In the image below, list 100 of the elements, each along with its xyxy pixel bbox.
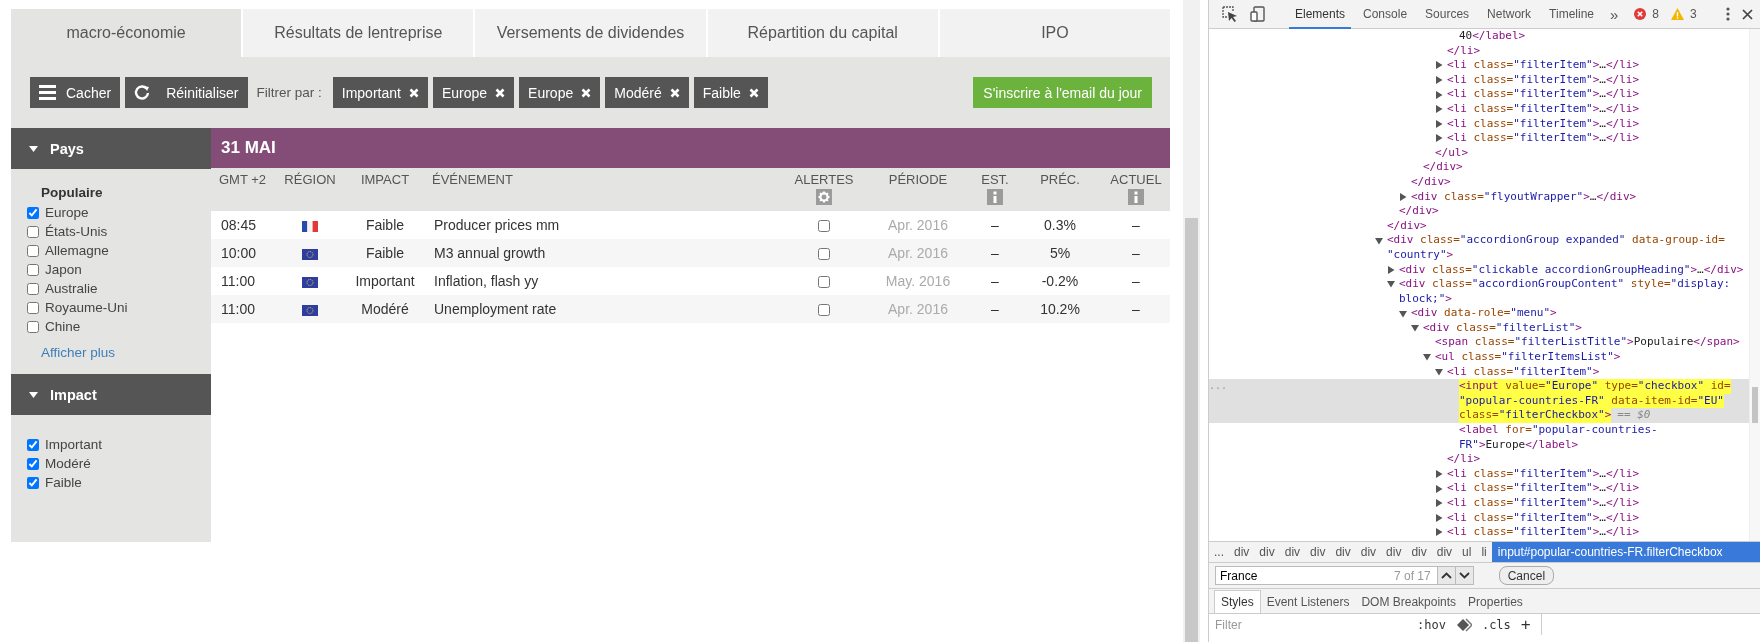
column-header: ACTUEL — [1110, 172, 1162, 187]
panel-tab[interactable]: Styles — [1214, 590, 1261, 613]
checkbox-label[interactable]: États-Unis — [45, 224, 108, 239]
filter-label: Filtrer par : — [256, 85, 322, 100]
code-line[interactable]: <ul class="filterItemsList"> — [1435, 350, 1621, 365]
code-line[interactable]: <div class="accordionGroup expanded" data-group-id= — [1387, 233, 1725, 248]
code-line[interactable]: <div class="flyoutWrapper">…</div> — [1411, 189, 1637, 205]
panel-tab[interactable]: Event Listeners — [1260, 591, 1356, 613]
code-line[interactable]: <li class="filterItem">…</li> — [1447, 525, 1640, 540]
breadcrumb-item[interactable]: div — [1406, 542, 1432, 562]
breadcrumb-item[interactable]: div — [1254, 542, 1280, 562]
code-line[interactable]: </div> — [1399, 204, 1439, 219]
checkbox-label[interactable]: Chine — [45, 319, 81, 334]
devtools-tab[interactable]: Elements — [1289, 0, 1352, 29]
panel-tab[interactable]: DOM Breakpoints — [1355, 591, 1463, 613]
code-line[interactable]: <li class="filterItem">…</li> — [1447, 72, 1640, 88]
breadcrumb-item[interactable]: div — [1431, 542, 1458, 562]
checkbox-label[interactable]: Japon — [45, 262, 82, 277]
devtools-tab[interactable]: Network — [1481, 0, 1538, 28]
impact-cell: Important — [355, 273, 415, 289]
devtools-tab[interactable]: Console — [1357, 0, 1414, 28]
code-line[interactable]: 40</label> — [1459, 29, 1526, 44]
period-cell: Apr. 2016 — [888, 245, 948, 261]
checkbox-label[interactable]: Faible — [45, 475, 82, 490]
section-header[interactable]: Impact — [11, 374, 211, 415]
category-tab[interactable]: macro-économie — [11, 9, 242, 57]
code-line[interactable]: <li class="filterItem">…</li> — [1447, 116, 1640, 132]
class-toggle[interactable]: .cls — [1481, 617, 1511, 632]
hide-button[interactable]: Cacher — [30, 77, 121, 108]
code-line[interactable]: <li class="filterItem">…</li> — [1447, 510, 1640, 526]
reset-button[interactable]: Réinitialiser — [125, 77, 248, 108]
code-line[interactable]: <div data-role="menu"> — [1411, 306, 1557, 321]
code-line[interactable]: </li> — [1447, 452, 1481, 467]
warning-count[interactable]: 3 — [1690, 7, 1697, 21]
add-rule-button[interactable]: + — [1520, 614, 1531, 635]
checkbox-label[interactable]: Europe — [45, 205, 89, 220]
checkbox-label[interactable]: Australie — [45, 281, 98, 296]
styles-filter-field[interactable]: Filter — [1213, 616, 1407, 633]
show-more-link[interactable]: Afficher plus — [27, 345, 211, 360]
code-line[interactable]: </ul> — [1435, 145, 1469, 161]
section-header[interactable]: Pays — [11, 128, 211, 169]
breadcrumb-item[interactable]: div — [1229, 542, 1255, 562]
code-line[interactable]: <li class="filterItem">…</li> — [1447, 481, 1640, 496]
code-line[interactable]: <div class="clickable accordionGroupHeading">…</div> — [1399, 262, 1744, 278]
code-line[interactable]: <div class="accordionGroupContent" style="display: — [1399, 277, 1731, 292]
code-line[interactable]: <li class="filterItem">…</li> — [1447, 101, 1640, 117]
actual-cell: – — [1132, 245, 1140, 261]
code-line[interactable]: FR">Europe</label> — [1459, 437, 1579, 453]
filter-chip[interactable]: Europe — [432, 77, 515, 108]
breadcrumb-item[interactable]: div — [1279, 542, 1306, 562]
breadcrumb-item[interactable]: div — [1305, 542, 1331, 562]
code-line[interactable]: block;"> — [1399, 291, 1452, 307]
code-line[interactable]: </div> — [1423, 160, 1463, 175]
breadcrumb-item[interactable]: div — [1381, 542, 1407, 562]
period-cell: Apr. 2016 — [888, 301, 948, 317]
filter-chip[interactable]: Important — [332, 77, 428, 108]
code-line[interactable]: <span class="filterListTitle">Populaire</span> — [1435, 335, 1740, 351]
code-line[interactable]: "country"> — [1387, 247, 1454, 263]
code-line[interactable]: </div> — [1387, 218, 1427, 234]
filter-chip[interactable]: Europe — [519, 77, 601, 108]
devtools-tab[interactable]: Sources — [1419, 0, 1476, 28]
filter-chip[interactable]: Modéré — [605, 77, 689, 108]
checkbox-label[interactable]: Modéré — [45, 456, 91, 471]
breadcrumb-item[interactable]: div — [1330, 542, 1356, 562]
code-line[interactable]: <li class="filterItem"> — [1447, 364, 1600, 380]
error-count[interactable]: 8 — [1652, 7, 1660, 21]
cancel-button[interactable]: Cancel — [1498, 566, 1555, 585]
breadcrumb-item[interactable]: li — [1476, 542, 1492, 562]
breadcrumb-item[interactable]: input#popular-countries-FR.filterCheckbox — [1491, 542, 1760, 562]
checkbox-label[interactable]: Allemagne — [45, 243, 109, 258]
breadcrumb-item[interactable]: ul — [1457, 542, 1477, 562]
actual-cell: – — [1132, 273, 1140, 289]
code-line[interactable]: </div> — [1411, 174, 1451, 190]
breadcrumb-overflow[interactable]: ... — [1209, 542, 1229, 562]
breadcrumb-item[interactable]: div — [1355, 542, 1382, 562]
panel-tab[interactable]: Properties — [1462, 591, 1529, 613]
checkbox-label[interactable]: Royaume-Uni — [45, 300, 128, 315]
code-line[interactable]: <li class="filterItem">…</li> — [1447, 496, 1640, 511]
hover-state-toggle[interactable]: :hov — [1417, 617, 1446, 632]
code-line[interactable]: </li> — [1447, 43, 1481, 59]
impact-cell: Faible — [365, 217, 405, 233]
section-title: Impact — [50, 386, 97, 403]
devtools-tab[interactable]: Timeline — [1543, 0, 1600, 28]
code-line[interactable]: <li class="filterItem">…</li> — [1447, 131, 1640, 146]
group-title: Populaire — [40, 185, 104, 202]
filter-chip[interactable]: Faible — [693, 77, 768, 108]
more-tabs-button[interactable]: » — [1606, 5, 1623, 23]
category-tab[interactable]: Versements de dividendes — [473, 9, 706, 57]
code-line[interactable]: <li class="filterItem">…</li> — [1447, 58, 1640, 73]
period-cell: Apr. 2016 — [888, 217, 948, 233]
checkbox-label[interactable]: Important — [45, 437, 103, 452]
code-line[interactable]: <label for="popular-countries- — [1459, 423, 1658, 438]
category-tab[interactable]: Répartition du capital — [705, 9, 938, 57]
category-tab[interactable]: Résultats de lentreprise — [241, 9, 474, 57]
time-cell: 11:00 — [221, 273, 255, 289]
code-line[interactable]: <li class="filterItem">…</li> — [1447, 87, 1640, 102]
code-line[interactable]: <div class="filterList"> — [1423, 320, 1582, 336]
code-line[interactable]: <li class="filterItem">…</li> — [1447, 466, 1640, 482]
category-tab[interactable]: IPO — [937, 9, 1170, 57]
column-header: GMT +2 — [219, 172, 267, 187]
